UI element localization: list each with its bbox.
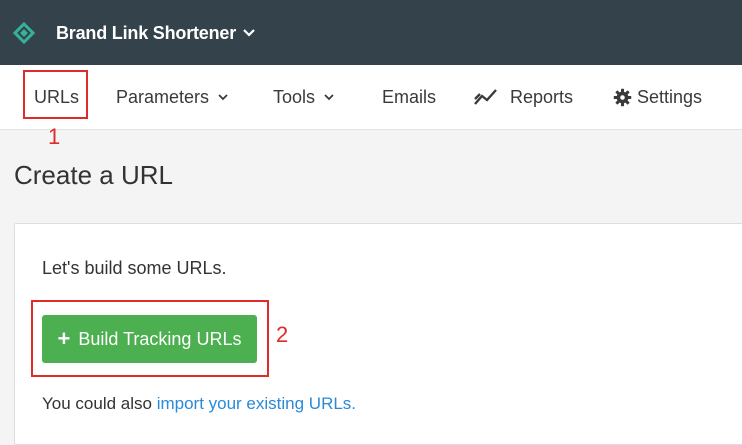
annotation-box-2 xyxy=(31,300,269,377)
annotation-number-2: 2 xyxy=(276,322,289,347)
annotation-number-1: 1 xyxy=(48,124,61,149)
brand-name[interactable]: Brand Link Shortener xyxy=(56,23,236,44)
brand-logo-icon[interactable] xyxy=(13,22,35,44)
import-hint-text: You could also xyxy=(42,394,157,413)
annotation-box-1 xyxy=(23,70,88,119)
nav-item-label: Emails xyxy=(382,86,437,107)
main-nav: URLs Parameters Tools Emails Reports Set… xyxy=(0,65,742,130)
chevron-down-icon xyxy=(324,94,334,101)
nav-item-label: Parameters xyxy=(116,86,210,107)
line-chart-icon xyxy=(474,89,497,105)
page-title: Create a URL xyxy=(14,160,173,190)
nav-item-emails[interactable]: Emails xyxy=(382,65,436,129)
nav-item-settings[interactable]: Settings xyxy=(613,65,702,129)
chevron-down-icon[interactable] xyxy=(242,27,256,39)
top-bar: Brand Link Shortener xyxy=(0,0,742,65)
intro-text: Let's build some URLs. xyxy=(42,258,227,278)
gear-icon xyxy=(613,88,632,106)
nav-item-reports[interactable]: Reports xyxy=(474,65,573,129)
import-urls-link[interactable]: import your existing URLs. xyxy=(157,394,356,413)
nav-item-label: Settings xyxy=(637,86,703,107)
nav-item-tools[interactable]: Tools xyxy=(273,65,335,129)
nav-item-label: Tools xyxy=(273,86,316,107)
nav-item-parameters[interactable]: Parameters xyxy=(116,65,229,129)
chevron-down-icon xyxy=(218,94,228,101)
import-hint: You could also import your existing URLs… xyxy=(42,394,356,414)
nav-item-label: Reports xyxy=(510,86,574,107)
